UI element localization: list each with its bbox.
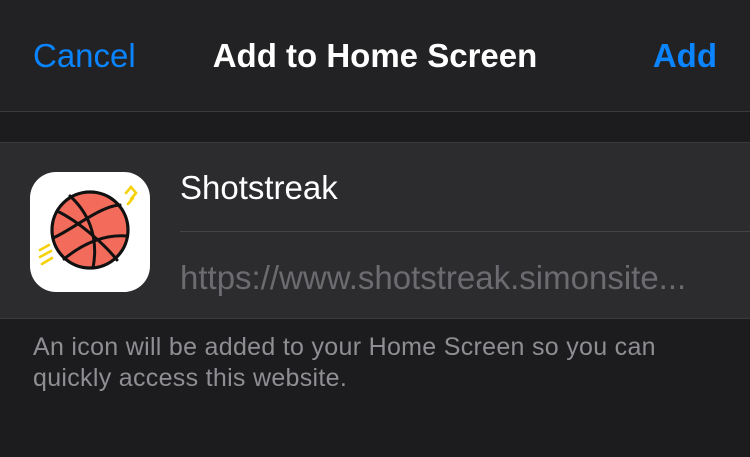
- navigation-bar: Cancel Add to Home Screen Add: [0, 0, 750, 112]
- basketball-icon: [30, 172, 150, 292]
- field-divider: [180, 231, 750, 232]
- app-details-card: https://www.shotstreak.simonsite...: [0, 142, 750, 319]
- website-url: https://www.shotstreak.simonsite...: [180, 259, 687, 296]
- cancel-button[interactable]: Cancel: [33, 34, 136, 78]
- footer-note: An icon will be added to your Home Scree…: [33, 333, 656, 392]
- add-to-home-screen-sheet: Cancel Add to Home Screen Add Shotstreak…: [0, 0, 750, 457]
- add-button[interactable]: Add: [653, 34, 717, 78]
- app-name-field[interactable]: [180, 165, 720, 211]
